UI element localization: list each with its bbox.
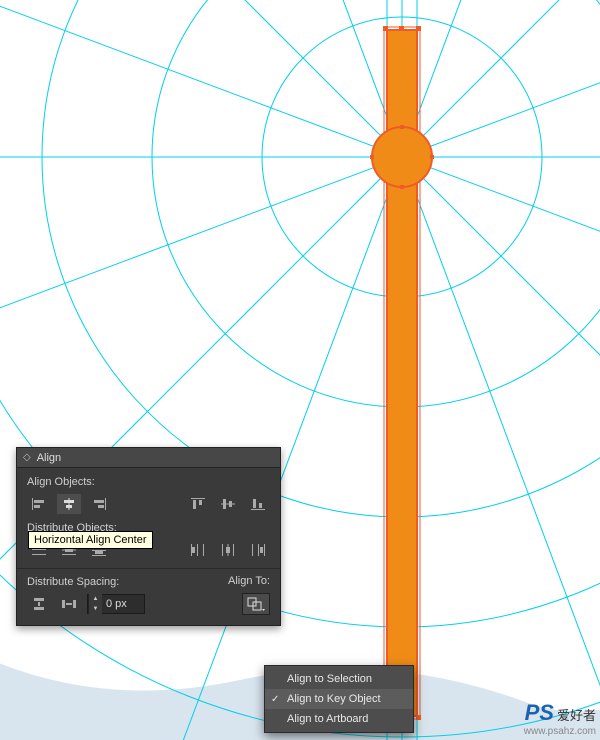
menu-align-key-object[interactable]: ✓ Align to Key Object xyxy=(265,689,413,709)
dist-left-button[interactable] xyxy=(186,540,210,560)
align-hcenter-button[interactable] xyxy=(57,494,81,514)
dist-right-button[interactable] xyxy=(246,540,270,560)
align-top-button[interactable] xyxy=(186,494,210,514)
check-icon: ✓ xyxy=(271,694,279,705)
dist-space-h-button[interactable] xyxy=(57,594,81,614)
artboard-canvas[interactable] xyxy=(0,0,600,740)
watermark-text: 爱好者 xyxy=(557,708,596,724)
stepper-down[interactable]: ▼ xyxy=(88,604,102,614)
align-right-button[interactable] xyxy=(87,494,111,514)
watermark-brand: PS xyxy=(525,700,554,726)
menu-item-label: Align to Key Object xyxy=(287,693,381,705)
align-vcenter-button[interactable] xyxy=(216,494,240,514)
menu-align-artboard[interactable]: Align to Artboard xyxy=(265,709,413,729)
menu-align-selection[interactable]: Align to Selection xyxy=(265,669,413,689)
align-to-label: Align To: xyxy=(228,575,270,587)
dist-hcenter-button[interactable] xyxy=(216,540,240,560)
tooltip-hcenter: Horizontal Align Center xyxy=(28,531,153,549)
stepper-up[interactable]: ▲ xyxy=(88,594,102,604)
panel-title: Align xyxy=(37,452,61,464)
watermark-url: www.psahz.com xyxy=(524,726,596,738)
align-to-menu[interactable]: Align to Selection ✓ Align to Key Object… xyxy=(264,665,414,733)
align-to-dropdown[interactable] xyxy=(242,593,270,615)
spacing-stepper[interactable]: ▲ ▼ xyxy=(88,594,102,614)
distribute-spacing-label: Distribute Spacing: xyxy=(27,576,145,588)
dist-space-v-button[interactable] xyxy=(27,594,51,614)
menu-item-label: Align to Selection xyxy=(287,673,372,685)
menu-item-label: Align to Artboard xyxy=(287,713,368,725)
spacing-input-wrapper[interactable]: ▲ ▼ xyxy=(87,594,145,614)
guide-circles xyxy=(0,0,600,737)
watermark: PS 爱好者 www.psahz.com xyxy=(524,700,596,738)
align-objects-row xyxy=(27,494,270,514)
align-objects-label: Align Objects: xyxy=(27,476,270,488)
panel-header[interactable]: ◇ Align xyxy=(17,448,280,468)
align-bottom-button[interactable] xyxy=(246,494,270,514)
spacing-input[interactable] xyxy=(102,598,144,610)
guide-radials xyxy=(0,0,600,740)
align-left-button[interactable] xyxy=(27,494,51,514)
panel-collapse-icon[interactable]: ◇ xyxy=(23,453,31,463)
